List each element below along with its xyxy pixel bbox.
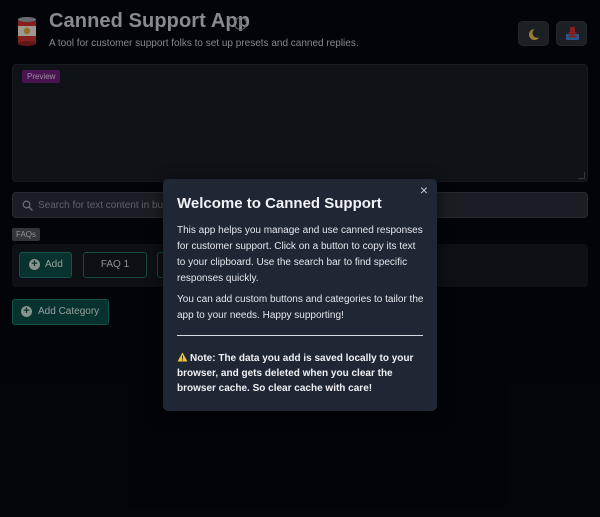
- warning-icon: [177, 352, 188, 362]
- modal-paragraph: You can add custom buttons and categorie…: [177, 294, 424, 321]
- app-root: Canned Support App i A tool for customer…: [0, 0, 600, 517]
- welcome-modal: × Welcome to Canned Support This app hel…: [163, 179, 437, 411]
- modal-paragraph: This app helps you manage and use canned…: [177, 225, 423, 284]
- divider: [177, 335, 423, 336]
- modal-warning-note: Note: The data you add is saved locally …: [177, 351, 425, 396]
- modal-note-text: Note: The data you add is saved locally …: [177, 353, 414, 394]
- close-icon[interactable]: ×: [418, 183, 430, 197]
- modal-title: Welcome to Canned Support: [177, 195, 382, 212]
